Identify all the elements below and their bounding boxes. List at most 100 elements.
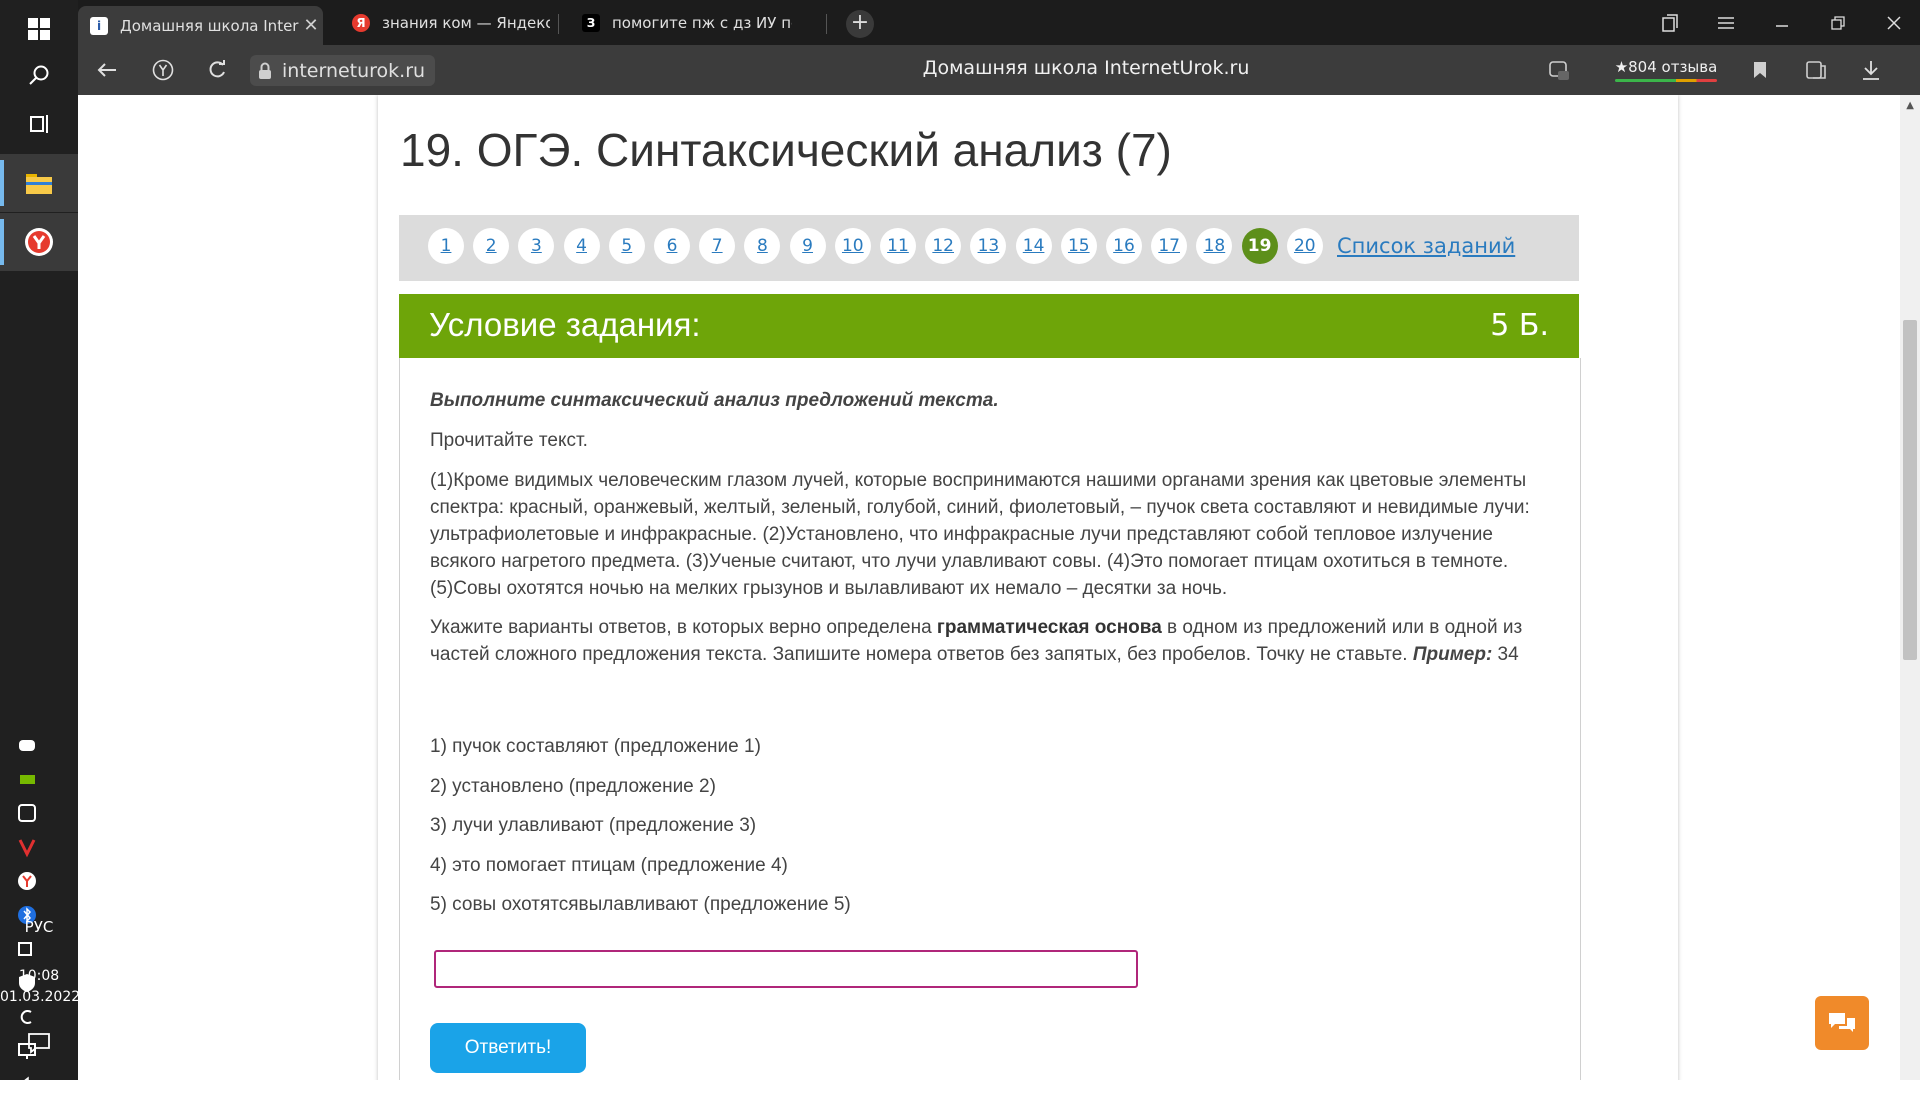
task-number-8[interactable]: 8 [744,228,781,264]
notification-center-icon[interactable] [27,1032,51,1054]
condition-title: Условие задания: [429,306,701,343]
task-number-3[interactable]: 3 [518,228,555,264]
task-number-10[interactable]: 10 [834,228,871,264]
task-number-14[interactable]: 14 [1015,228,1052,264]
folder-icon [26,174,52,194]
internetUrok-favicon-icon: i [90,16,108,35]
clock-date: 01.03.2022 [0,989,81,1005]
page-viewport: 19. ОГЭ. Синтаксический анализ (7) 12345… [78,95,1900,1080]
app-tray-icon[interactable] [16,802,38,824]
task-number-13[interactable]: 13 [970,228,1007,264]
task-number-6[interactable]: 6 [654,228,690,264]
task-number-20[interactable]: 20 [1286,228,1323,264]
task-number-9[interactable]: 9 [789,228,826,264]
minimize-icon [1776,24,1788,27]
task-number-5[interactable]: 5 [608,228,645,264]
url-text: internеturok.ru [282,59,426,82]
read-text-label: Прочитайте текст. [430,430,588,451]
yandex-home-button[interactable] [148,55,178,85]
back-button[interactable] [92,55,122,85]
tab-yandex-search[interactable]: Я знания ком — Яндекс: нашлось [340,6,550,40]
discord-icon[interactable] [16,734,38,756]
antivirus-icon[interactable] [16,836,38,858]
task-instruction: Выполните синтаксический анализ предложе… [430,387,1540,414]
lock-icon [259,62,271,79]
task-number-7[interactable]: 7 [699,228,736,264]
znanija-favicon-icon: З [582,14,600,32]
tab-title: Домашняя школа InternetUrok.ru [120,16,299,35]
task-number-18[interactable]: 18 [1196,228,1233,264]
example-label: Пример: [1412,644,1493,665]
task-pagination: 1 2 3 4 5 6 7 8 9 10 11 12 13 14 15 16 17 18 19 20 Список з… [399,215,1579,281]
question-text: Укажите варианты ответов, в которых верн… [430,614,1540,668]
task-view-button[interactable] [0,95,78,153]
tab-bar: i Домашняя школа InternetUrok.ru ✕ Я зна… [78,0,1920,45]
tab-separator [558,14,559,34]
meet-now-icon[interactable] [16,938,38,960]
reader-mode-button[interactable] [1801,55,1831,85]
task-number-11[interactable]: 11 [880,228,916,264]
task-number-19[interactable]: 19 [1241,228,1278,264]
browser-menu-button[interactable] [1698,0,1754,45]
sync-icon[interactable] [16,1006,38,1028]
restore-icon [1831,15,1845,30]
site-reviews-badge[interactable]: ★804 отзыва [1611,56,1721,84]
scroll-up-arrow-icon[interactable]: ▲ [1906,100,1914,111]
yandex-tray-icon[interactable] [16,870,38,892]
chat-button[interactable] [1815,996,1869,1050]
answer-option: 3) лучи улавливают (предложение 3) [430,815,757,836]
tab-znanija[interactable]: З помогите пж с дз ИУ по Русскому [570,6,792,40]
downloads-button[interactable] [1856,55,1886,85]
tab-title: знания ком — Яндекс: нашлось [382,14,550,32]
nvidia-icon[interactable] [16,768,38,790]
reader-icon [1806,61,1826,79]
tab-collections-button[interactable] [1544,55,1574,85]
volume-icon[interactable] [16,1074,38,1096]
tab-separator [826,14,827,34]
answer-option: 4) это помогает птицам (предложение 4) [430,855,788,876]
page-title: Домашняя школа InternetUrok.ru [922,57,1250,79]
tab-title: помогите пж с дз ИУ по Русскому [612,14,792,32]
new-tab-button[interactable]: + [846,10,874,38]
yandex-favicon-icon: Я [352,14,370,32]
chat-icon [1829,1013,1855,1032]
task-number-1[interactable]: 1 [428,228,464,264]
task-number-15[interactable]: 15 [1060,228,1097,264]
bookmark-button[interactable] [1745,55,1775,85]
answer-input[interactable] [434,950,1138,988]
address-bar: internеturok.ru Домашняя школа InternetU… [78,45,1920,95]
answer-option: 1) пучок составляют (предложение 1) [430,736,761,757]
back-arrow-icon [97,63,116,77]
menu-icon [1718,16,1734,29]
reload-button[interactable] [202,55,232,85]
task-number-16[interactable]: 16 [1106,228,1142,264]
file-explorer-button[interactable] [0,154,78,212]
close-icon [1887,15,1901,30]
reading-passage: (1)Кроме видимых человеческим глазом луч… [430,470,1530,599]
tab-internetUrok[interactable]: i Домашняя школа InternetUrok.ru ✕ [78,6,323,45]
task-number-4[interactable]: 4 [563,228,600,264]
restore-button[interactable] [1810,0,1866,45]
reload-icon [209,60,225,78]
instruction-text: Выполните синтаксический анализ предложе… [430,390,999,411]
language-indicator[interactable]: РУС [0,918,78,936]
task-score: 5 Б. [1490,308,1549,343]
close-tab-icon[interactable]: ✕ [299,15,323,36]
answer-option: 5) совы охотятсявылавливают (предложение… [430,894,851,915]
clock[interactable]: 10:08 01.03.2022 [0,966,81,1008]
clock-time: 10:08 [18,968,60,984]
lesson-card: 19. ОГЭ. Синтаксический анализ (7) 12345… [378,95,1678,1080]
collections-button[interactable] [1642,0,1698,45]
task-number-2[interactable]: 2 [473,228,510,264]
submit-answer-button[interactable]: Ответить! [430,1023,586,1073]
task-number-12[interactable]: 12 [925,228,962,264]
task-number-17[interactable]: 17 [1151,228,1188,264]
url-field[interactable]: internеturok.ru [250,55,436,86]
tasks-list-link[interactable]: Список заданий [1337,234,1515,258]
minimize-button[interactable] [1754,0,1810,45]
yandex-browser-button[interactable] [0,213,78,271]
close-window-button[interactable] [1866,0,1920,45]
scrollbar-thumb[interactable] [1903,320,1917,660]
yandex-browser-icon [25,228,53,256]
bookmark-icon [1754,62,1766,78]
